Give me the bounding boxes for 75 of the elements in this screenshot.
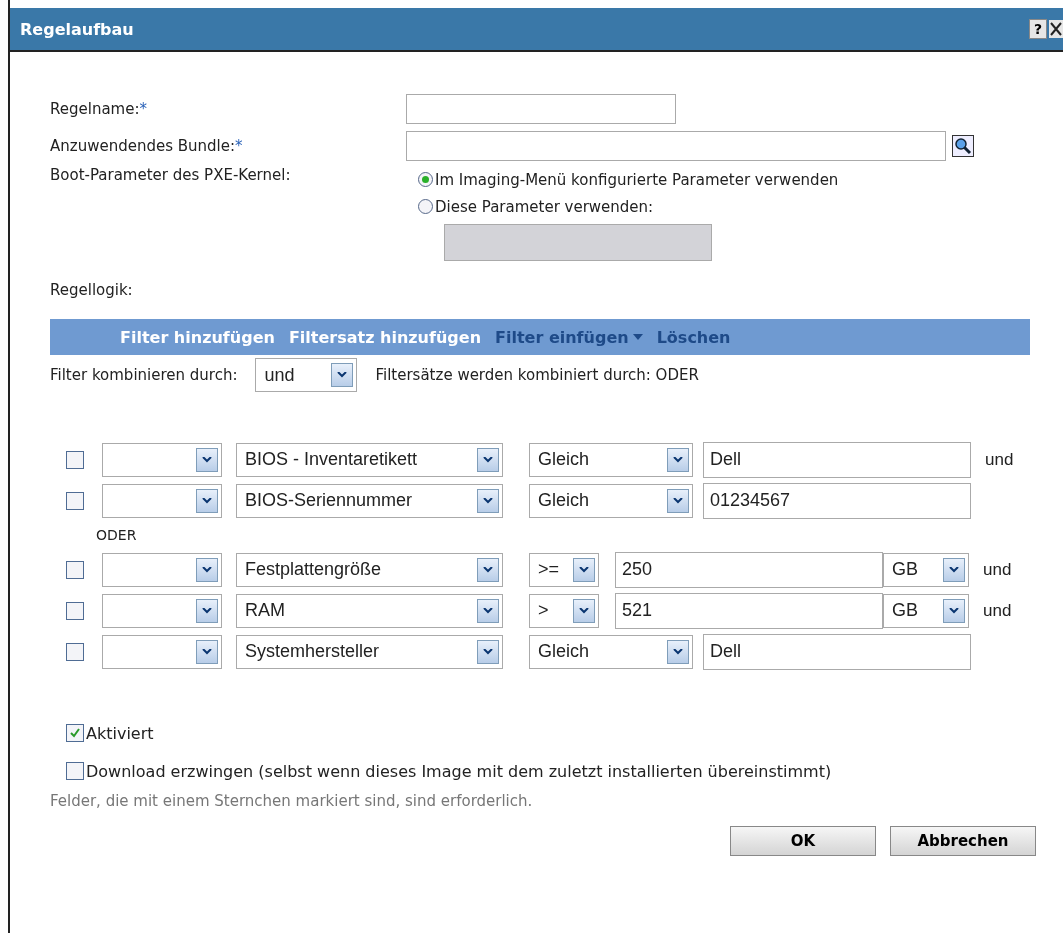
window-title: Regelaufbau — [19, 19, 134, 39]
conjunction-label: und — [985, 449, 1014, 470]
value-field[interactable]: Dell — [703, 441, 971, 478]
prefix-dropdown[interactable] — [102, 552, 222, 587]
search-icon[interactable] — [952, 134, 974, 157]
checkmark-icon — [69, 727, 81, 739]
set-separator: ODER — [95, 526, 138, 545]
chevron-icon — [579, 607, 589, 614]
combine-label: Filter kombinieren durch: — [50, 366, 238, 384]
unit-dropdown[interactable]: GB — [883, 593, 969, 628]
chevron-icon — [202, 648, 212, 655]
checkbox[interactable] — [66, 724, 84, 742]
chevron-icon — [949, 607, 959, 614]
chevron-icon — [202, 497, 212, 504]
footnote: Felder, die mit einem Sternchen markiert sind, sind erforderlich. — [50, 792, 534, 812]
attribute-dropdown[interactable]: Systemhersteller — [236, 634, 503, 669]
close-icon[interactable] — [1049, 19, 1063, 39]
chevron-icon — [673, 456, 683, 463]
operator-dropdown[interactable]: Gleich — [529, 442, 693, 477]
operator-dropdown[interactable]: >= — [529, 552, 599, 587]
chevron-icon — [337, 372, 348, 378]
unit-dropdown[interactable]: GB — [883, 552, 969, 587]
value-field[interactable]: 250 — [615, 551, 883, 588]
chevron-icon — [483, 648, 493, 655]
radio-button[interactable] — [418, 172, 433, 187]
field-label: Anzuwendendes Bundle:* — [50, 136, 244, 155]
prefix-dropdown[interactable] — [102, 483, 222, 518]
operator-dropdown[interactable]: > — [529, 593, 599, 628]
chevron-icon — [202, 566, 212, 573]
chevron-icon — [673, 497, 683, 504]
conjunction-label: und — [983, 559, 1012, 580]
prefix-dropdown[interactable] — [102, 593, 222, 628]
row-checkbox[interactable] — [66, 601, 84, 620]
chevron-icon — [579, 566, 589, 573]
row-checkbox[interactable] — [66, 491, 84, 510]
chevron-icon — [673, 648, 683, 655]
attribute-dropdown[interactable]: BIOS - Inventaretikett — [236, 442, 503, 477]
row-checkbox[interactable] — [66, 450, 84, 469]
radio-label: Im Imaging-Menü konfigurierte Parameter verwenden — [435, 170, 839, 189]
input-field[interactable] — [406, 93, 676, 124]
prefix-dropdown[interactable] — [102, 634, 222, 669]
value-field[interactable]: 521 — [615, 592, 883, 629]
field-label: Boot-Parameter des PXE-Kernel: — [50, 166, 292, 184]
conjunction-label: und — [983, 600, 1012, 621]
operator-dropdown[interactable]: Gleich — [529, 483, 693, 518]
chevron-icon — [483, 566, 493, 573]
checkbox[interactable] — [66, 762, 84, 780]
attribute-dropdown[interactable]: Festplattengröße — [236, 552, 503, 587]
radio-button[interactable] — [418, 199, 433, 214]
value-field[interactable]: Dell — [703, 633, 971, 670]
operator-dropdown[interactable]: Gleich — [529, 634, 693, 669]
chevron-icon — [202, 456, 212, 463]
value-field[interactable]: 01234567 — [703, 482, 971, 519]
field-label: Regelname:* — [50, 99, 148, 118]
row-checkbox[interactable] — [66, 642, 84, 661]
caret-icon — [632, 334, 643, 340]
checkbox-label: Download erzwingen (selbst wenn dieses Image mit dem zuletzt installierten übereinstimmt) — [86, 761, 832, 781]
radio-label: Diese Parameter verwenden: — [435, 197, 654, 216]
chevron-icon — [202, 607, 212, 614]
attribute-dropdown[interactable]: BIOS-Seriennummer — [236, 483, 503, 518]
combine-dropdown[interactable]: und — [255, 358, 358, 392]
combine-note: Filtersätze werden kombiniert durch: ODER — [375, 366, 699, 384]
row-checkbox[interactable] — [66, 560, 84, 579]
checkbox-label: Aktiviert — [86, 723, 154, 743]
attribute-dropdown[interactable]: RAM — [236, 593, 503, 628]
chevron-icon — [483, 607, 493, 614]
help-button[interactable]: ? — [1029, 19, 1047, 39]
section-label: Regellogik: — [50, 281, 134, 301]
input-field[interactable] — [406, 130, 946, 161]
chevron-icon — [949, 566, 959, 573]
ok-button[interactable]: OK — [730, 826, 876, 856]
chevron-icon — [483, 456, 493, 463]
cancel-button[interactable]: Abbrechen — [890, 826, 1036, 856]
prefix-dropdown[interactable] — [102, 442, 222, 477]
chevron-icon — [483, 497, 493, 504]
